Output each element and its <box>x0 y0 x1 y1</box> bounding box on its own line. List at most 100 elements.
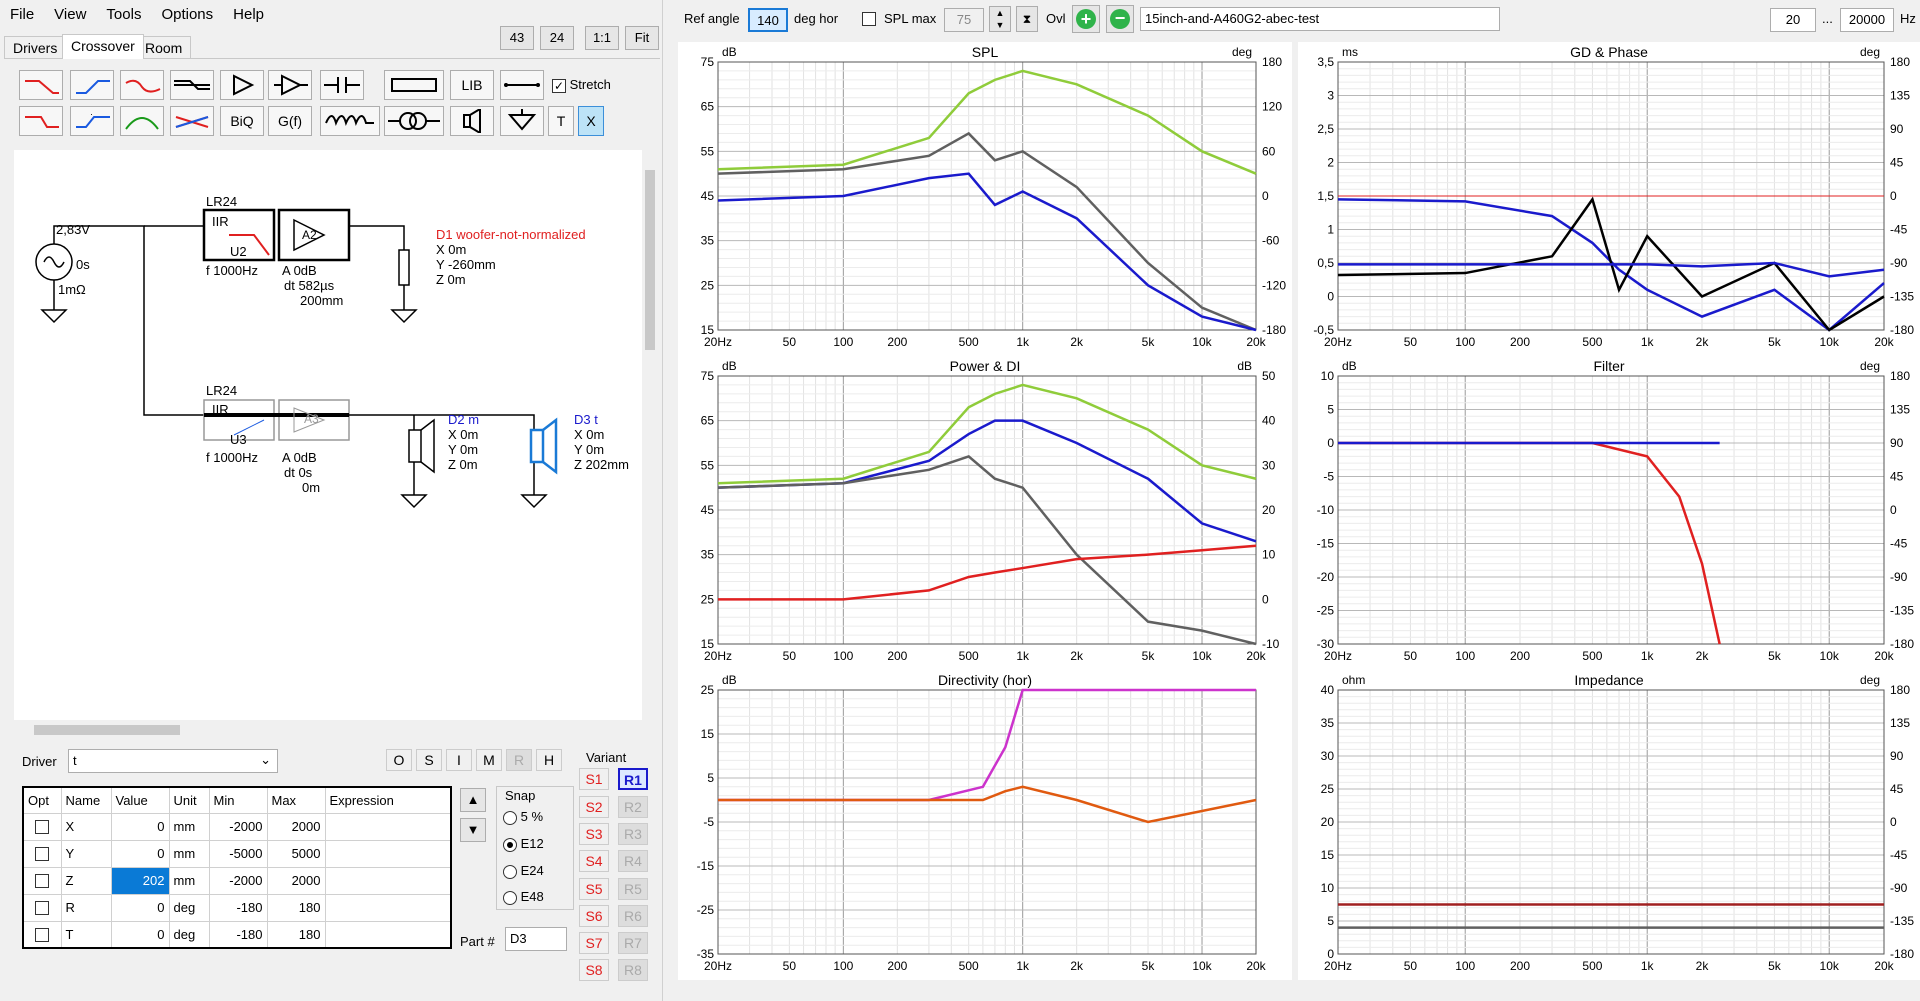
freq-max-input[interactable]: 20000 <box>1840 8 1894 32</box>
tab-room[interactable]: Room <box>136 36 192 58</box>
param-min[interactable]: -2000 <box>208 812 268 841</box>
driver-tool[interactable] <box>450 106 494 136</box>
horizontal-scroll-thumb[interactable] <box>34 725 180 735</box>
lowpass-tool[interactable] <box>19 70 63 100</box>
biquad-button[interactable]: BiQ <box>220 106 264 136</box>
driver-select[interactable]: t ⌄ <box>68 749 278 773</box>
remove-overlay-button[interactable]: − <box>1106 5 1134 33</box>
param-max[interactable]: 2000 <box>266 812 326 841</box>
part-number-input[interactable]: D3 <box>505 927 567 951</box>
driver1-name[interactable]: D1 woofer-not-normalized <box>436 227 586 242</box>
param-expression[interactable] <box>324 866 452 895</box>
variant-r8[interactable]: R8 <box>618 959 648 981</box>
move-down-button[interactable]: ▼ <box>460 818 486 842</box>
menu-help[interactable]: Help <box>223 0 274 23</box>
capacitor-tool[interactable] <box>320 70 364 100</box>
menu-view[interactable]: View <box>44 0 96 23</box>
table-row[interactable]: Z 202 mm -2000 2000 <box>22 866 452 895</box>
opt-checkbox[interactable] <box>35 928 50 943</box>
variant-s6[interactable]: S6 <box>579 905 609 927</box>
inductor-tool[interactable] <box>320 106 380 136</box>
param-value[interactable]: 0 <box>110 839 170 868</box>
transformer-tool[interactable] <box>384 106 444 136</box>
driver2-name[interactable]: D2 m <box>448 412 479 427</box>
vertical-scrollbar[interactable] <box>642 150 658 720</box>
snap-e48[interactable]: E48 <box>503 889 544 905</box>
snap-e24[interactable]: E24 <box>503 863 544 879</box>
vertical-scroll-thumb[interactable] <box>645 170 655 350</box>
param-min[interactable]: -5000 <box>208 839 268 868</box>
variant-s8[interactable]: S8 <box>579 959 609 981</box>
param-expression[interactable] <box>324 893 452 922</box>
table-row[interactable]: R 0 deg -180 180 <box>22 893 452 922</box>
variant-s5[interactable]: S5 <box>579 878 609 900</box>
opt-checkbox[interactable] <box>35 820 50 835</box>
highpass-tool[interactable] <box>70 70 114 100</box>
mode-i-button[interactable]: I <box>446 749 472 771</box>
opt-checkbox[interactable] <box>35 847 50 862</box>
schematic-canvas[interactable]: 2,83V 0s 1mΩ LR24 IIR U2 f 1000Hz A2 A 0… <box>14 150 658 720</box>
freq-min-input[interactable]: 20 <box>1770 8 1816 32</box>
param-expression[interactable] <box>324 920 452 949</box>
menu-file[interactable]: File <box>0 0 44 23</box>
param-max[interactable]: 180 <box>266 893 326 922</box>
project-name-input[interactable]: 15inch-and-A460G2-abec-test <box>1140 7 1500 31</box>
power-di-plot[interactable]: Power & DI 75 65 55 45 35 25 15 50 40 30 20 10 0 -10 dB… <box>678 356 1292 670</box>
tab-crossover[interactable]: Crossover <box>62 34 144 59</box>
table-row[interactable]: Y 0 mm -5000 5000 <box>22 839 452 868</box>
stretch-checkbox[interactable]: ✓ Stretch <box>552 77 611 93</box>
delete-tool[interactable]: X <box>578 106 604 136</box>
add-overlay-button[interactable]: + <box>1072 5 1100 33</box>
variant-s1[interactable]: S1 <box>579 768 609 790</box>
amplifier-tool[interactable] <box>220 70 264 100</box>
variant-s2[interactable]: S2 <box>579 796 609 818</box>
param-expression[interactable] <box>324 812 452 841</box>
fit-button[interactable]: Fit <box>625 26 659 50</box>
filter-plot[interactable]: Filter 10 5 0 -5 -10 -15 -20 -25 -30 180 135 90 45 0 -4… <box>1298 356 1920 670</box>
snap-e12[interactable]: E12 <box>503 836 544 852</box>
crossover-tool[interactable] <box>170 106 214 136</box>
table-row[interactable]: T 0 deg -180 180 <box>22 920 452 949</box>
variant-r5[interactable]: R5 <box>618 878 648 900</box>
zoom-1-1-button[interactable]: 1:1 <box>585 26 619 50</box>
param-value[interactable]: 0 <box>110 893 170 922</box>
shelf-tool[interactable] <box>170 70 214 100</box>
param-value[interactable]: 0 <box>110 920 170 949</box>
mode-r-button[interactable]: R <box>506 749 532 771</box>
param-max[interactable]: 180 <box>266 920 326 949</box>
panel-splitter[interactable] <box>662 0 663 1001</box>
zoom-value-1[interactable]: 43 <box>500 26 534 50</box>
variant-s3[interactable]: S3 <box>579 823 609 845</box>
text-tool[interactable]: T <box>548 106 574 136</box>
param-min[interactable]: -180 <box>208 893 268 922</box>
menu-tools[interactable]: Tools <box>96 0 151 23</box>
param-max[interactable]: 2000 <box>266 866 326 895</box>
variant-r6[interactable]: R6 <box>618 905 648 927</box>
variant-r1[interactable]: R1 <box>618 768 648 790</box>
variant-s4[interactable]: S4 <box>579 850 609 872</box>
variant-r3[interactable]: R3 <box>618 823 648 845</box>
library-button[interactable]: LIB <box>450 70 494 100</box>
table-row[interactable]: X 0 mm -2000 2000 <box>22 812 452 841</box>
variant-r7[interactable]: R7 <box>618 932 648 954</box>
driver3-name[interactable]: D3 t <box>574 412 598 427</box>
param-value[interactable]: 0 <box>110 812 170 841</box>
summing-amp-tool[interactable] <box>268 70 312 100</box>
mode-s-button[interactable]: S <box>416 749 442 771</box>
ground-tool[interactable] <box>500 106 544 136</box>
spl-max-input[interactable]: 75 <box>944 8 984 32</box>
param-value-selected[interactable]: 202 <box>110 866 170 895</box>
param-max[interactable]: 5000 <box>266 839 326 868</box>
mode-m-button[interactable]: M <box>476 749 502 771</box>
opt-checkbox[interactable] <box>35 901 50 916</box>
opt-checkbox[interactable] <box>35 874 50 889</box>
move-up-button[interactable]: ▲ <box>460 788 486 812</box>
lowpass-2-tool[interactable] <box>19 106 63 136</box>
wire-tool[interactable] <box>500 70 544 100</box>
gd-phase-plot[interactable]: GD & Phase 3,5 3 2,5 2 1,5 1 0,5 0 -0,5 180 135 90 45… <box>1298 42 1920 356</box>
highpass-2-tool[interactable]: · <box>70 106 114 136</box>
ref-angle-input[interactable]: 140 <box>748 8 788 32</box>
param-min[interactable]: -180 <box>208 920 268 949</box>
impedance-plot[interactable]: Impedance 40 35 30 25 20 15 10 5 0 180 135 90 45 0 -45-… <box>1298 670 1920 980</box>
spl-max-spinner[interactable]: ▲ ▼ <box>989 6 1011 32</box>
